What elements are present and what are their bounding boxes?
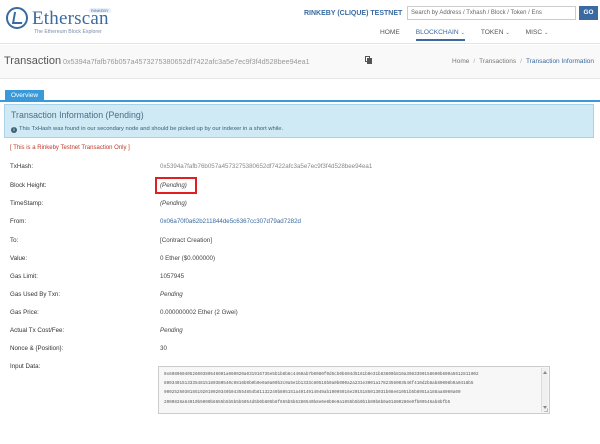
gas-price-label: Gas Price: [10,309,39,316]
input-data-line: 9002526030185192019020340b043554854b8113… [164,390,461,396]
search-input[interactable]: Search by Address / Txhash / Block / Tok… [407,6,576,20]
input-data-label: Input Data: [10,363,41,370]
breadcrumb-current: Transaction Information [525,58,594,65]
row-from: From: 0x06a70f0a62b211844de5c6367cc307d7… [10,218,590,230]
block-height-label: Block Height: [10,182,47,189]
to-label: To: [10,237,19,244]
etherscan-logo-icon [6,7,28,29]
network-label: RINKEBY (CLIQUE) TESTNET [304,10,403,17]
value-value: 0 Ether ($0.000000) [160,255,216,262]
nonce-value: 30 [160,345,167,352]
breadcrumb-home[interactable]: Home [452,58,469,65]
testnet-note: [ This is a Rinkeby Testnet Transaction … [10,145,130,151]
etherscan-logo[interactable]: Etherscan RINKEBY The Ethereum Block Exp… [6,5,146,37]
timestamp-value: (Pending) [160,200,187,207]
nav-home[interactable]: HOME [380,27,400,41]
nav-blockchain[interactable]: BLOCKCHAIN ⌄ [415,27,465,41]
row-timestamp: TimeStamp: (Pending) [10,200,590,212]
timestamp-label: TimeStamp: [10,200,44,207]
search-go-button[interactable]: GO [579,6,598,20]
chevron-down-icon: ⌄ [505,30,510,36]
logo-network-badge: RINKEBY [89,8,111,13]
info-text: This TxHash was found in our secondary n… [19,126,284,132]
to-value: [Contract Creation] [160,237,212,244]
page-title-hash: 0x5394a7fafb76b057a4573275380652df7422af… [63,57,310,66]
main-nav: HOME BLOCKCHAIN ⌄ TOKEN ⌄ MISC ⌄ [380,27,564,41]
nav-home-label: HOME [380,29,400,36]
input-data-line: 80034015133354815180380540c0816b0b0b0e0a… [164,381,474,387]
nav-token[interactable]: TOKEN ⌄ [481,27,510,41]
nav-token-label: TOKEN [480,29,504,36]
scroll-up-icon[interactable] [543,371,547,374]
gas-limit-value: 1057945 [160,273,185,280]
tab-bar: Overview [0,86,600,102]
gas-used-value: Pending [160,291,183,298]
input-data-scrollbar[interactable] [541,368,548,412]
from-label: From: [10,218,27,225]
input-data-line: 0x6080604052600380546001a060020a03191673… [164,372,479,377]
row-gas-price: Gas Price: 0.000000002 Ether (2 Gwei) [10,309,590,321]
gas-limit-label: Gas Limit: [10,273,38,280]
input-data-textarea[interactable]: 0x6080604052600380546001a060020a03191673… [158,366,550,414]
row-txhash: TxHash: 0x5394a7fafb76b057a4573275380652… [10,163,590,175]
from-address-link[interactable]: 0x06a70f0a62b211844de5c6367cc307d79ad728… [160,218,301,225]
tab-overview[interactable]: Overview [5,90,45,102]
info-text-line: i This TxHash was found in our secondary … [11,126,283,133]
tx-cost-label: Actual Tx Cost/Fee: [10,327,65,334]
info-title: Transaction Information (Pending) [11,110,144,120]
row-tx-cost: Actual Tx Cost/Fee: Pending [10,327,590,339]
resize-grip-icon[interactable] [544,408,548,412]
nav-misc-label: MISC [525,29,543,36]
nonce-label: Nonce & {Position}: [10,345,64,352]
breadcrumb-transactions[interactable]: Transactions [479,58,516,65]
row-gas-used: Gas Used By Txn: Pending [10,291,590,303]
row-nonce: Nonce & {Position}: 30 [10,345,590,357]
txhash-value: 0x5394a7fafb76b057a4573275380652df7422af… [160,163,373,170]
breadcrumb: Home / Transactions / Transaction Informatio… [452,58,594,65]
block-height-highlight-box [155,177,197,194]
gas-price-value: 0.000000002 Ether (2 Gwei) [160,309,238,316]
tx-cost-value: Pending [160,327,183,334]
copy-icon[interactable] [365,56,373,65]
info-icon: i [11,127,17,133]
chevron-down-icon: ⌄ [460,30,465,36]
site-header: Etherscan RINKEBY The Ethereum Block Exp… [0,0,600,44]
row-to: To: [Contract Creation] [10,237,590,249]
logo-tagline: The Ethereum Block Explorer [34,29,102,35]
row-value: Value: 0 Ether ($0.000000) [10,255,590,267]
row-block-height: Block Height: (Pending) [10,182,590,194]
pending-info-banner: Transaction Information (Pending) i This … [4,104,594,138]
nav-misc[interactable]: MISC ⌄ [526,27,549,41]
value-label: Value: [10,255,28,262]
nav-blockchain-label: BLOCKCHAIN [415,29,459,36]
chevron-down-icon: ⌄ [544,30,549,36]
txhash-label: TxHash: [10,163,34,170]
page-title-bar: Transaction 0x5394a7fafb76b057a457327538… [0,45,600,79]
row-gas-limit: Gas Limit: 1057945 [10,273,590,285]
input-data-line: 2000828a64010b5000b6655b5b5b5b5054d5b0b8… [164,399,451,405]
gas-used-label: Gas Used By Txn: [10,291,61,298]
page-title: Transaction [4,55,62,67]
